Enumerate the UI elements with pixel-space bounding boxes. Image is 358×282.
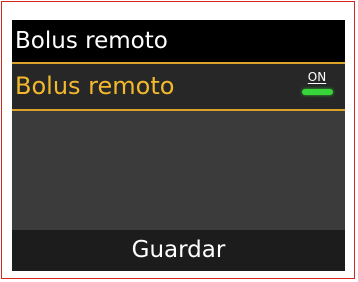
toggle-state-text: ON	[307, 70, 327, 84]
remote-bolus-toggle[interactable]: ON	[299, 70, 335, 102]
setting-label: Bolus remoto	[15, 72, 175, 100]
screen-title: Bolus remoto	[12, 20, 345, 64]
empty-content-area	[12, 111, 345, 230]
toggle-on-indicator-icon	[302, 89, 333, 95]
screenshot-frame: Bolus remoto Bolus remoto ON Guardar	[1, 1, 355, 279]
save-button[interactable]: Guardar	[12, 230, 345, 271]
pump-screen: Bolus remoto Bolus remoto ON Guardar	[12, 20, 345, 271]
remote-bolus-setting-row[interactable]: Bolus remoto ON	[12, 64, 345, 111]
